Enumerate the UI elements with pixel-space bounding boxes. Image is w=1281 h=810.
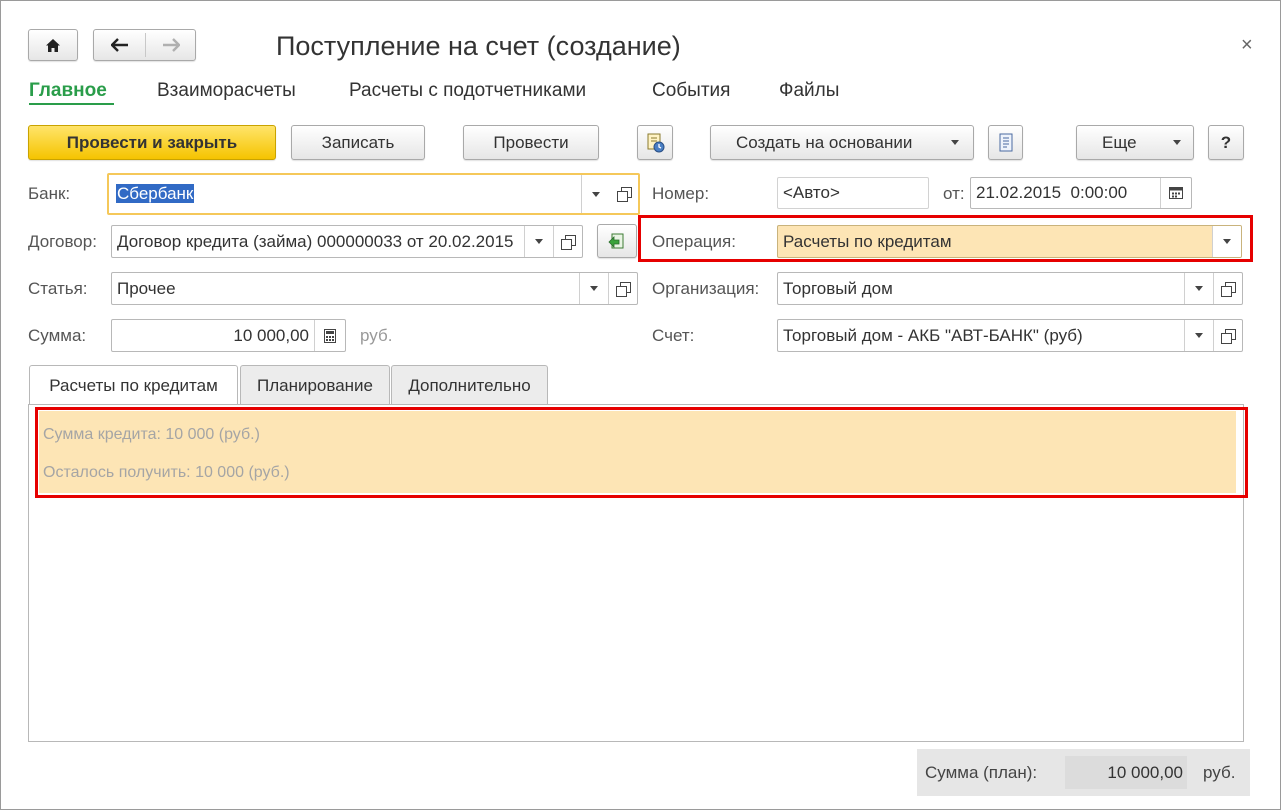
more-button[interactable]: Еще <box>1076 125 1194 160</box>
calculator-button[interactable] <box>314 320 345 351</box>
home-icon <box>46 38 60 52</box>
operation-highlight-frame <box>638 215 1253 262</box>
bank-label: Банк: <box>28 184 71 203</box>
article-value: Прочее <box>117 278 176 298</box>
calculator-icon <box>324 328 336 343</box>
account-open-button[interactable] <box>1213 320 1242 351</box>
open-form-icon <box>559 233 577 251</box>
planned-amount-currency: руб. <box>1203 763 1236 782</box>
organization-field[interactable]: Торговый дом <box>777 272 1243 305</box>
nav-files[interactable]: Файлы <box>779 80 839 102</box>
contract-open-button[interactable] <box>553 226 582 257</box>
organization-label: Организация: <box>652 279 760 298</box>
close-icon[interactable]: × <box>1241 34 1253 57</box>
document-create-icon <box>608 233 624 249</box>
calendar-button[interactable] <box>1160 178 1191 208</box>
organization-dropdown-button[interactable] <box>1184 273 1213 304</box>
help-button[interactable]: ? <box>1208 125 1244 160</box>
article-field[interactable]: Прочее <box>111 272 638 305</box>
credit-info-highlight-frame <box>35 407 1248 498</box>
planned-amount-value: 10 000,00 <box>1065 756 1187 789</box>
open-form-icon <box>1219 280 1237 298</box>
planned-amount-label: Сумма (план): <box>925 763 1038 782</box>
number-placeholder: <Авто> <box>783 183 840 202</box>
amount-field[interactable]: 10 000,00 <box>111 319 346 352</box>
organization-value: Торговый дом <box>783 278 893 298</box>
nav-events[interactable]: События <box>652 80 730 102</box>
report-button[interactable] <box>637 125 673 160</box>
amount-value: 10 000,00 <box>233 325 309 345</box>
report-icon <box>647 133 665 152</box>
nav-active-underline <box>29 103 114 105</box>
account-value: Торговый дом - АКБ "АВТ-БАНК" (руб) <box>783 325 1083 345</box>
post-and-close-button[interactable]: Провести и закрыть <box>28 125 276 160</box>
number-field[interactable]: <Авто> <box>777 177 929 209</box>
calendar-icon <box>1169 187 1183 199</box>
organization-open-button[interactable] <box>1213 273 1242 304</box>
nav-main[interactable]: Главное <box>29 80 107 102</box>
forward-button[interactable] <box>146 30 195 60</box>
document-link-icon <box>999 133 1012 151</box>
bank-value: Сбербанк <box>116 184 195 203</box>
contract-value: Договор кредита (займа) 000000033 от 20.… <box>117 231 514 251</box>
chevron-down-icon <box>951 140 959 145</box>
nav-accountable-persons[interactable]: Расчеты с подотчетниками <box>349 80 586 102</box>
more-label: Еще <box>1102 132 1137 152</box>
article-label: Статья: <box>28 279 88 298</box>
nav-settlements[interactable]: Взаиморасчеты <box>157 80 296 102</box>
open-form-icon <box>615 185 633 203</box>
chevron-down-icon <box>1195 333 1203 338</box>
amount-label: Сумма: <box>28 326 87 345</box>
chevron-down-icon <box>592 191 600 197</box>
date-label: от: <box>943 184 965 203</box>
chevron-down-icon <box>1173 140 1181 145</box>
create-based-on-label: Создать на основании <box>736 132 913 152</box>
tab-additional[interactable]: Дополнительно <box>391 365 548 405</box>
document-link-button[interactable] <box>988 125 1023 160</box>
amount-currency: руб. <box>360 326 393 345</box>
account-label: Счет: <box>652 326 695 345</box>
footer-summary: Сумма (план): 10 000,00 руб. <box>917 749 1250 796</box>
open-form-icon <box>1219 327 1237 345</box>
bank-open-button[interactable] <box>610 175 638 213</box>
bank-dropdown-button[interactable] <box>581 175 610 213</box>
number-label: Номер: <box>652 184 710 203</box>
article-dropdown-button[interactable] <box>579 273 608 304</box>
tab-planning[interactable]: Планирование <box>240 365 390 405</box>
arrow-right-icon <box>162 38 180 52</box>
home-button[interactable] <box>28 29 78 61</box>
chevron-down-icon <box>535 239 543 244</box>
history-nav <box>93 29 196 61</box>
bank-field[interactable]: Сбербанк <box>107 173 640 215</box>
back-button[interactable] <box>94 30 145 60</box>
window-title: Поступление на счет (создание) <box>276 31 681 61</box>
account-dropdown-button[interactable] <box>1184 320 1213 351</box>
open-form-icon <box>614 280 632 298</box>
contract-label: Договор: <box>28 232 97 251</box>
date-field[interactable]: 21.02.2015 0:00:00 <box>970 177 1192 209</box>
account-field[interactable]: Торговый дом - АКБ "АВТ-БАНК" (руб) <box>777 319 1243 352</box>
save-button[interactable]: Записать <box>291 125 425 160</box>
contract-create-button[interactable] <box>597 224 637 258</box>
article-open-button[interactable] <box>608 273 637 304</box>
chevron-down-icon <box>1195 286 1203 291</box>
contract-field[interactable]: Договор кредита (займа) 000000033 от 20.… <box>111 225 583 258</box>
arrow-left-icon <box>110 38 128 52</box>
contract-dropdown-button[interactable] <box>524 226 553 257</box>
create-based-on-button[interactable]: Создать на основании <box>710 125 974 160</box>
date-value: 21.02.2015 0:00:00 <box>976 183 1128 202</box>
tab-credit-settlements[interactable]: Расчеты по кредитам <box>29 365 238 406</box>
chevron-down-icon <box>590 286 598 291</box>
post-button[interactable]: Провести <box>463 125 599 160</box>
